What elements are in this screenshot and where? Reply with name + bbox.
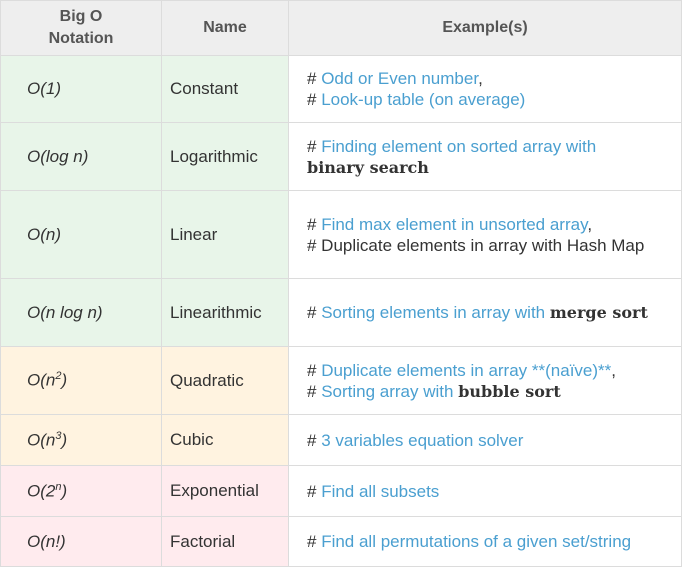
example-cell: # Duplicate elements in array **(naïve)*… bbox=[288, 346, 682, 415]
example-link[interactable]: Sorting array with bbox=[321, 382, 453, 401]
table-row: O(log n) Logarithmic # Finding element o… bbox=[0, 122, 682, 191]
example-link[interactable]: Sorting elements in array with bbox=[321, 303, 545, 322]
example-cell: # Find all permutations of a given set/s… bbox=[288, 516, 682, 567]
example-link[interactable]: Odd or Even number bbox=[321, 69, 478, 88]
notation-cell: O(n!) bbox=[0, 516, 162, 567]
name-cell: Exponential bbox=[161, 465, 289, 517]
name-cell: Constant bbox=[161, 55, 289, 123]
example-link[interactable]: 3 variables equation solver bbox=[321, 431, 523, 450]
header-name: Name bbox=[161, 0, 289, 56]
name-cell: Linear bbox=[161, 190, 289, 279]
example-cell: # Find max element in unsorted array, # … bbox=[288, 190, 682, 279]
example-bold: bubble sort bbox=[458, 381, 561, 401]
table-row: O(n2) Quadratic # Duplicate elements in … bbox=[0, 346, 682, 415]
notation-cell: O(n2) bbox=[0, 346, 162, 415]
example-bold: merge sort bbox=[549, 303, 648, 322]
example-bold: binary search bbox=[307, 157, 429, 177]
header-notation: Big O Notation bbox=[0, 0, 162, 56]
notation-cell: O(n3) bbox=[0, 414, 162, 466]
example-cell: # Odd or Even number, # Look-up table (o… bbox=[288, 55, 682, 123]
name-cell: Logarithmic bbox=[161, 122, 289, 191]
name-cell: Factorial bbox=[161, 516, 289, 567]
name-cell: Cubic bbox=[161, 414, 289, 466]
table-row: O(n log n) Linearithmic # Sorting elemen… bbox=[0, 278, 682, 347]
example-cell: # Find all subsets bbox=[288, 465, 682, 517]
header-row: Big O Notation Name Example(s) bbox=[0, 0, 682, 56]
table-row: O(2n) Exponential # Find all subsets bbox=[0, 465, 682, 517]
example-link[interactable]: Find max element in unsorted array bbox=[321, 215, 587, 234]
example-cell: # Sorting elements in array with merge s… bbox=[288, 278, 682, 347]
example-link[interactable]: Find all subsets bbox=[321, 482, 439, 501]
example-link[interactable]: Duplicate elements in array **(naïve)** bbox=[321, 361, 611, 380]
example-cell: # Finding element on sorted array with b… bbox=[288, 122, 682, 191]
example-cell: # 3 variables equation solver bbox=[288, 414, 682, 466]
example-link[interactable]: Find all permutations of a given set/str… bbox=[321, 532, 631, 551]
header-examples: Example(s) bbox=[288, 0, 682, 56]
example-link[interactable]: Finding element on sorted array with bbox=[321, 137, 596, 156]
table-row: O(n3) Cubic # 3 variables equation solve… bbox=[0, 414, 682, 466]
notation-cell: O(n log n) bbox=[0, 278, 162, 347]
example-link[interactable]: Look-up table (on average) bbox=[321, 90, 525, 109]
table-row: O(1) Constant # Odd or Even number, # Lo… bbox=[0, 55, 682, 123]
table-row: O(n) Linear # Find max element in unsort… bbox=[0, 190, 682, 279]
notation-cell: O(log n) bbox=[0, 122, 162, 191]
notation-cell: O(2n) bbox=[0, 465, 162, 517]
notation-cell: O(1) bbox=[0, 55, 162, 123]
big-o-table: Big O Notation Name Example(s) O(1) Cons… bbox=[0, 0, 682, 567]
name-cell: Quadratic bbox=[161, 346, 289, 415]
table-row: O(n!) Factorial # Find all permutations … bbox=[0, 516, 682, 567]
name-cell: Linearithmic bbox=[161, 278, 289, 347]
notation-cell: O(n) bbox=[0, 190, 162, 279]
